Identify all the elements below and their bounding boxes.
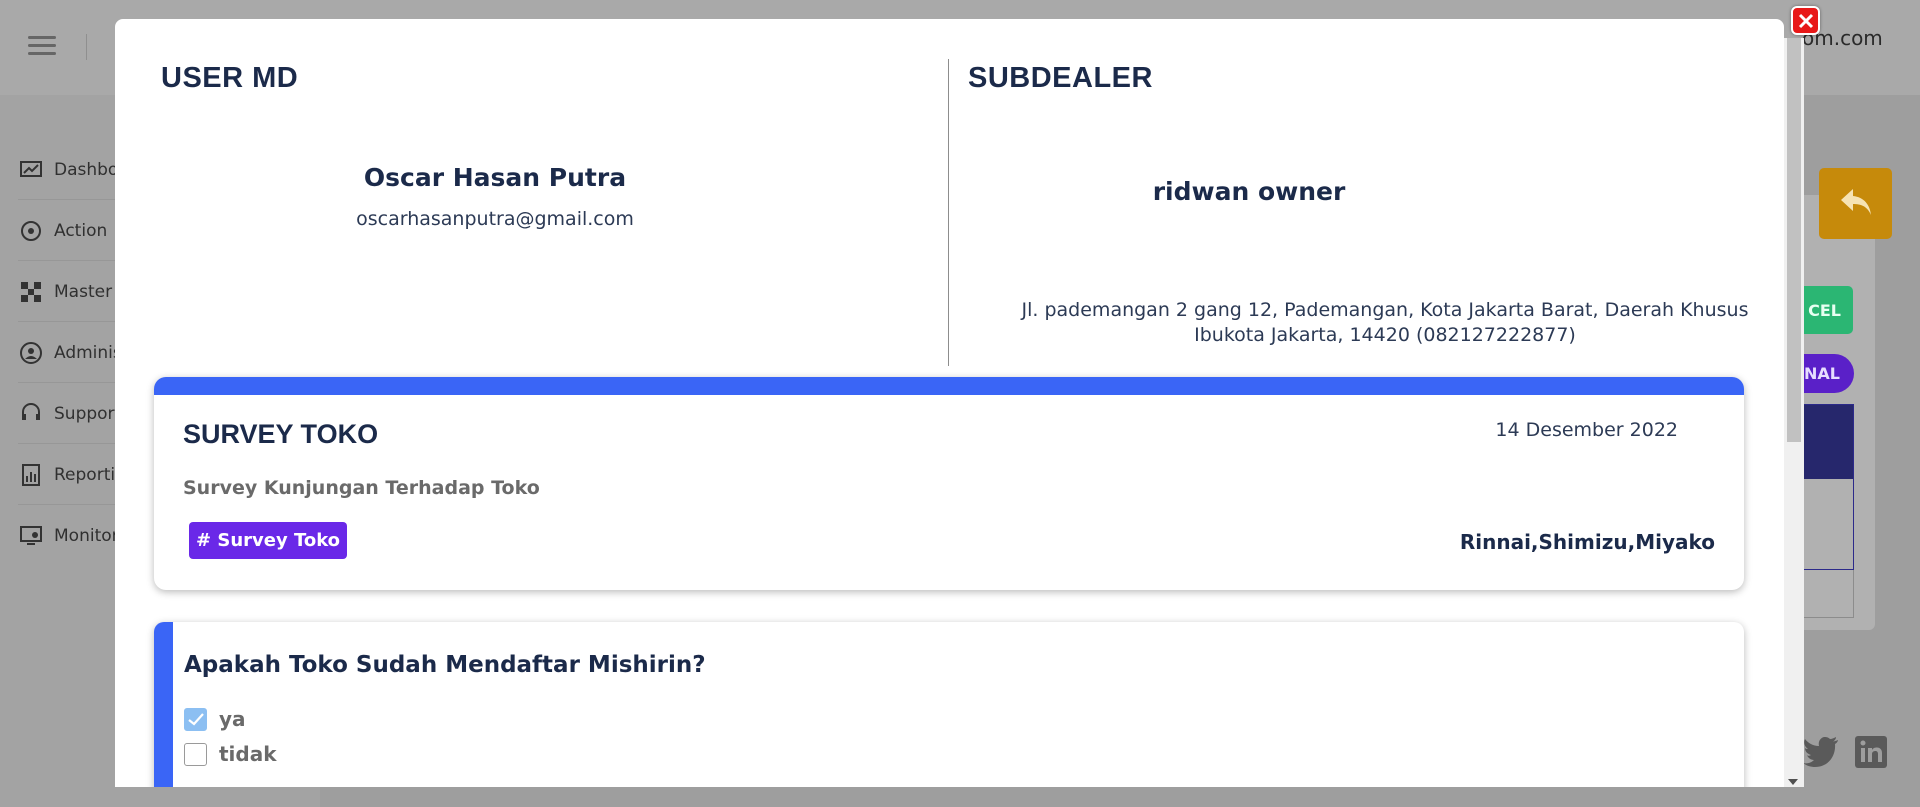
section-divider (948, 59, 949, 366)
survey-detail-modal: USER MD Oscar Hasan Putra oscarhasanputr… (115, 19, 1784, 787)
survey-brands: Rinnai,Shimizu,Miyako (1459, 530, 1715, 554)
linkedin-icon[interactable] (1853, 734, 1889, 770)
checkbox-checked[interactable] (184, 707, 207, 731)
action-icon (18, 218, 44, 244)
modal-scrollbar[interactable] (1784, 38, 1804, 787)
close-icon (1798, 13, 1813, 28)
question-text: Apakah Toko Sudah Mendaftar Mishirin? (184, 652, 706, 678)
scroll-down-arrow-icon[interactable] (1788, 779, 1798, 785)
administration-icon (18, 340, 44, 366)
option-ya[interactable]: ya (184, 707, 246, 731)
option-label: tidak (219, 742, 277, 766)
close-modal-button[interactable] (1791, 6, 1820, 35)
reply-arrow-icon (1839, 187, 1873, 221)
twitter-icon[interactable] (1803, 734, 1839, 770)
reporting-icon (18, 462, 44, 488)
monitoring-icon (18, 523, 44, 549)
user-md-heading: USER MD (161, 62, 299, 94)
dashboard-icon (18, 157, 44, 183)
user-md-name: Oscar Hasan Putra (363, 163, 627, 192)
survey-description: Survey Kunjungan Terhadap Toko (183, 477, 540, 499)
subdealer-name: ridwan owner (1152, 177, 1346, 206)
survey-title: SURVEY TOKO (183, 419, 379, 449)
support-icon (18, 401, 44, 427)
scrollbar-thumb[interactable] (1787, 38, 1801, 442)
question-card: Apakah Toko Sudah Mendaftar Mishirin? ya… (154, 622, 1744, 787)
sidebar-item-label: Action (54, 220, 108, 241)
sidebar-item-label: Dashbo (54, 159, 119, 180)
survey-card: SURVEY TOKO 14 Desember 2022 Survey Kunj… (154, 377, 1744, 590)
survey-tag-badge: # Survey Toko (189, 522, 348, 559)
back-button[interactable] (1819, 168, 1892, 239)
subdealer-address-line2: Ibukota Jakarta, 14420 (082127222877) (1194, 324, 1576, 346)
checkmark-icon (187, 712, 204, 726)
master-icon (18, 279, 44, 305)
sidebar-item-label: Adminis (54, 342, 122, 363)
hamburger-menu-icon[interactable] (28, 36, 56, 56)
user-md-email: oscarhasanputra@gmail.com (356, 208, 634, 230)
sidebar-item-label: Master (54, 281, 113, 302)
option-tidak[interactable]: tidak (184, 742, 277, 766)
checkbox-unchecked[interactable] (184, 742, 207, 766)
sidebar-item-label: Monitor (54, 526, 119, 546)
subdealer-address-line1: Jl. pademangan 2 gang 12, Pademangan, Ko… (1021, 299, 1749, 321)
topbar-divider (86, 34, 87, 60)
option-label: ya (219, 707, 246, 731)
survey-date: 14 Desember 2022 (1495, 419, 1678, 441)
subdealer-heading: SUBDEALER (968, 62, 1153, 94)
sidebar-item-label: Support (54, 403, 122, 424)
